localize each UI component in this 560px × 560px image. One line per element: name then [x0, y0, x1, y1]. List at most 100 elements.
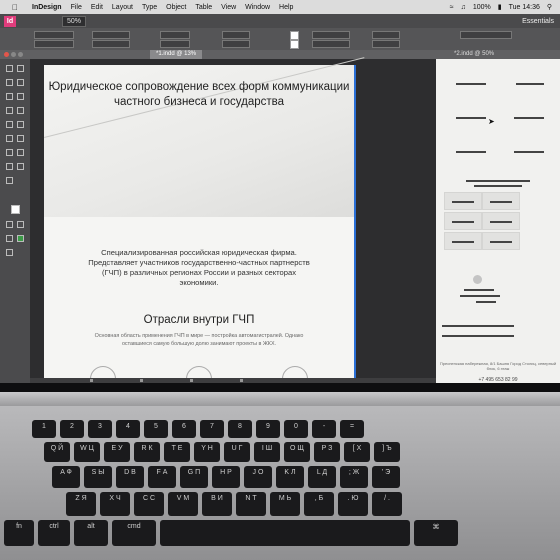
apply-color-icon[interactable]: [6, 235, 13, 242]
section-text[interactable]: Основная область применения ГЧП в мире —…: [84, 333, 314, 348]
key[interactable]: T Е: [164, 442, 190, 462]
key[interactable]: 4: [116, 420, 140, 438]
key[interactable]: 8: [228, 420, 252, 438]
page-tool-icon[interactable]: [6, 79, 13, 86]
spacebar-key[interactable]: [160, 520, 410, 546]
key[interactable]: [ Х: [344, 442, 370, 462]
pen-tool-icon[interactable]: [6, 107, 13, 114]
key[interactable]: C С: [134, 492, 164, 516]
key[interactable]: A Ф: [52, 466, 80, 488]
key[interactable]: J О: [244, 466, 272, 488]
eyedropper-tool-icon[interactable]: [6, 163, 13, 170]
menu-app-indesign[interactable]: InDesign: [32, 4, 62, 11]
page-thumbnail[interactable]: [90, 379, 93, 382]
key[interactable]: W Ц: [74, 442, 100, 462]
battery-percent[interactable]: 100%: [473, 4, 491, 11]
page-thumbnail[interactable]: [190, 379, 193, 382]
minimize-window-icon[interactable]: [11, 52, 16, 57]
key[interactable]: R К: [134, 442, 160, 462]
key[interactable]: =: [340, 420, 364, 438]
document-page[interactable]: Юридическое сопровождение всех форм комм…: [44, 57, 365, 383]
hero-image-frame[interactable]: Юридическое сопровождение всех форм комм…: [44, 57, 365, 217]
tab-document-1[interactable]: *2.indd @ 50%: [448, 50, 500, 59]
key[interactable]: P З: [314, 442, 340, 462]
key[interactable]: . Ю: [338, 492, 368, 516]
key[interactable]: / .: [372, 492, 402, 516]
page-thumbnail[interactable]: [240, 379, 243, 382]
key[interactable]: ] Ъ: [374, 442, 400, 462]
frame-style-field[interactable]: [460, 31, 512, 39]
mockup-page[interactable]: Пресненская набережная, 8/1 Башня Город …: [436, 59, 560, 383]
key[interactable]: 3: [88, 420, 112, 438]
key[interactable]: L Д: [308, 466, 336, 488]
key[interactable]: D В: [116, 466, 144, 488]
line-tool-icon[interactable]: [17, 93, 24, 100]
key[interactable]: -: [312, 420, 336, 438]
second-document-window[interactable]: Пресненская набережная, 8/1 Башня Город …: [436, 59, 560, 383]
zoom-level-select[interactable]: 50%: [62, 15, 87, 27]
ctrl-key[interactable]: ctrl: [38, 520, 70, 546]
rectangle-frame-tool-icon[interactable]: [6, 121, 13, 128]
rotation-field[interactable]: [222, 31, 250, 39]
menu-help[interactable]: Help: [279, 4, 293, 11]
key[interactable]: H Р: [212, 466, 240, 488]
key[interactable]: ; Ж: [340, 466, 368, 488]
key[interactable]: 5: [144, 420, 168, 438]
key[interactable]: 6: [172, 420, 196, 438]
volume-icon[interactable]: ♫: [461, 4, 466, 11]
key[interactable]: F А: [148, 466, 176, 488]
cmd-key-right[interactable]: ⌘: [414, 520, 458, 546]
company-description[interactable]: Специализированная российская юридическа…: [84, 248, 314, 288]
key[interactable]: S Ы: [84, 466, 112, 488]
menu-object[interactable]: Object: [166, 4, 186, 11]
alt-key[interactable]: alt: [74, 520, 108, 546]
key[interactable]: 7: [200, 420, 224, 438]
opacity-field[interactable]: [372, 31, 400, 39]
key[interactable]: 1: [32, 420, 56, 438]
key[interactable]: ' Э: [372, 466, 400, 488]
scissors-tool-icon[interactable]: [6, 135, 13, 142]
key[interactable]: M Ь: [270, 492, 300, 516]
document-canvas[interactable]: Юридическое сопровождение всех форм комм…: [30, 57, 436, 383]
menu-file[interactable]: File: [71, 4, 82, 11]
formatting-container-icon[interactable]: [6, 221, 13, 228]
key[interactable]: U Г: [224, 442, 250, 462]
width-field[interactable]: [92, 31, 130, 39]
tab-document-2[interactable]: *1.indd @ 13%: [150, 50, 203, 59]
menu-view[interactable]: View: [221, 4, 236, 11]
apple-menu-icon[interactable]: : [12, 3, 22, 12]
fill-color-icon[interactable]: [11, 205, 20, 214]
key[interactable]: B И: [202, 492, 232, 516]
stroke-weight-field[interactable]: [312, 31, 350, 39]
screen-mode-icon[interactable]: [6, 249, 13, 256]
key[interactable]: I Ш: [254, 442, 280, 462]
wifi-icon[interactable]: ≈: [450, 4, 454, 11]
gap-tool-icon[interactable]: [17, 79, 24, 86]
page-thumbnail[interactable]: [140, 379, 143, 382]
key[interactable]: Q Й: [44, 442, 70, 462]
shear-field[interactable]: [222, 40, 250, 48]
zoom-window-icon[interactable]: [18, 52, 23, 57]
scale-y-field[interactable]: [160, 40, 190, 48]
key[interactable]: 9: [256, 420, 280, 438]
stroke-type-field[interactable]: [312, 40, 350, 48]
fill-swatch[interactable]: [290, 31, 299, 40]
close-window-icon[interactable]: [4, 52, 9, 57]
key[interactable]: 2: [60, 420, 84, 438]
clock[interactable]: Tue 14:36: [509, 4, 540, 11]
key[interactable]: V М: [168, 492, 198, 516]
selection-tool-icon[interactable]: [6, 65, 13, 72]
scale-x-field[interactable]: [160, 31, 190, 39]
search-icon[interactable]: ⚲: [547, 3, 552, 11]
zoom-tool-icon[interactable]: [6, 177, 13, 184]
key[interactable]: , Б: [304, 492, 334, 516]
menu-type[interactable]: Type: [142, 4, 157, 11]
menu-table[interactable]: Table: [195, 4, 212, 11]
type-tool-icon[interactable]: [6, 93, 13, 100]
key[interactable]: X Ч: [100, 492, 130, 516]
key[interactable]: Z Я: [66, 492, 96, 516]
key[interactable]: O Щ: [284, 442, 310, 462]
menu-layout[interactable]: Layout: [112, 4, 133, 11]
free-transform-tool-icon[interactable]: [17, 135, 24, 142]
battery-icon[interactable]: ▮: [498, 3, 502, 11]
